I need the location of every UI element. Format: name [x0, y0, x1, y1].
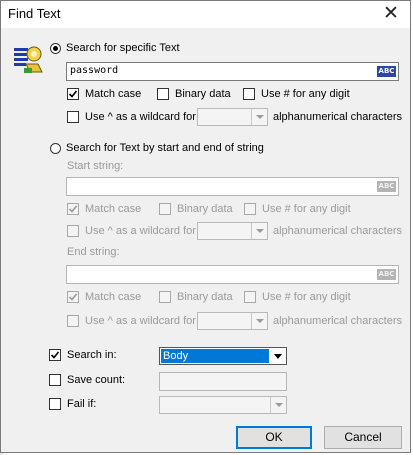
fail-if-select[interactable] [159, 396, 287, 414]
binary-data-checkbox[interactable] [157, 88, 169, 100]
abc-icon[interactable]: ABC [377, 181, 396, 192]
save-count-checkbox[interactable] [49, 374, 61, 386]
end-use-hash-checkbox[interactable] [244, 291, 256, 303]
start-string-input[interactable]: ABC [66, 177, 399, 196]
search-range-label: Search for Text by start and end of stri… [66, 142, 264, 154]
use-hash-checkbox[interactable] [243, 88, 255, 100]
fail-if-label: Fail if: [67, 398, 97, 410]
search-text-input[interactable]: password ABC [66, 62, 399, 81]
dropdown-arrow-icon [251, 223, 267, 239]
end-match-case-label: Match case [85, 291, 142, 303]
search-specific-label: Search for specific Text [66, 42, 180, 54]
search-range-radio[interactable] [50, 143, 61, 154]
search-text-value: password [70, 65, 119, 76]
end-wildcard-checkbox[interactable] [67, 315, 79, 327]
start-wildcard-suffix-label: alphanumerical characters [273, 225, 403, 237]
end-wildcard-prefix-label: Use ^ as a wildcard for [85, 315, 196, 327]
search-in-label: Search in: [67, 349, 117, 361]
start-use-hash-label: Use # for any digit [262, 203, 351, 215]
wildcard-checkbox[interactable] [67, 111, 79, 123]
save-count-label: Save count: [67, 374, 126, 386]
start-wildcard-checkbox[interactable] [67, 225, 79, 237]
binary-data-label: Binary data [175, 88, 231, 100]
close-icon[interactable]: ✕ [378, 3, 404, 25]
dropdown-arrow-icon [270, 397, 286, 413]
ok-button[interactable]: OK [236, 426, 312, 449]
abc-icon[interactable]: ABC [377, 66, 396, 77]
save-count-input[interactable] [159, 372, 287, 391]
use-hash-label: Use # for any digit [261, 88, 350, 100]
end-string-input[interactable]: ABC [66, 265, 399, 284]
dropdown-arrow-icon [251, 109, 267, 125]
find-text-dialog: Find Text ✕ Search for specific Text pas… [0, 0, 411, 453]
end-wildcard-count-select[interactable] [197, 312, 268, 330]
check-icon [68, 90, 78, 98]
dropdown-arrow-icon [270, 348, 286, 364]
start-wildcard-prefix-label: Use ^ as a wildcard for [85, 225, 196, 237]
end-string-label: End string: [67, 246, 120, 258]
dialog-binoculars-icon [12, 42, 46, 76]
check-icon [68, 293, 78, 301]
check-icon [50, 351, 60, 359]
wildcard-suffix-label: alphanumerical characters [273, 111, 403, 123]
match-case-label: Match case [85, 88, 142, 100]
search-in-checkbox[interactable] [49, 349, 61, 361]
start-binary-data-label: Binary data [177, 203, 233, 215]
start-binary-data-checkbox[interactable] [159, 203, 171, 215]
check-icon [68, 205, 78, 213]
start-string-label: Start string: [67, 160, 124, 172]
match-case-checkbox[interactable] [67, 88, 79, 100]
start-match-case-label: Match case [85, 203, 142, 215]
title-bar: Find Text ✕ [1, 1, 410, 28]
search-specific-radio[interactable] [50, 43, 61, 54]
search-in-select[interactable]: Body [159, 347, 287, 365]
search-in-value: Body [161, 349, 269, 363]
dropdown-arrow-icon [251, 313, 267, 329]
wildcard-count-select[interactable] [197, 108, 268, 126]
abc-icon[interactable]: ABC [377, 269, 396, 280]
end-use-hash-label: Use # for any digit [262, 291, 351, 303]
end-match-case-checkbox[interactable] [67, 291, 79, 303]
wildcard-prefix-label: Use ^ as a wildcard for [85, 111, 196, 123]
cancel-button[interactable]: Cancel [324, 426, 402, 449]
window-title: Find Text [8, 6, 61, 21]
start-wildcard-count-select[interactable] [197, 222, 268, 240]
end-binary-data-checkbox[interactable] [159, 291, 171, 303]
start-use-hash-checkbox[interactable] [244, 203, 256, 215]
end-binary-data-label: Binary data [177, 291, 233, 303]
end-wildcard-suffix-label: alphanumerical characters [273, 315, 403, 327]
fail-if-checkbox[interactable] [49, 398, 61, 410]
start-match-case-checkbox[interactable] [67, 203, 79, 215]
